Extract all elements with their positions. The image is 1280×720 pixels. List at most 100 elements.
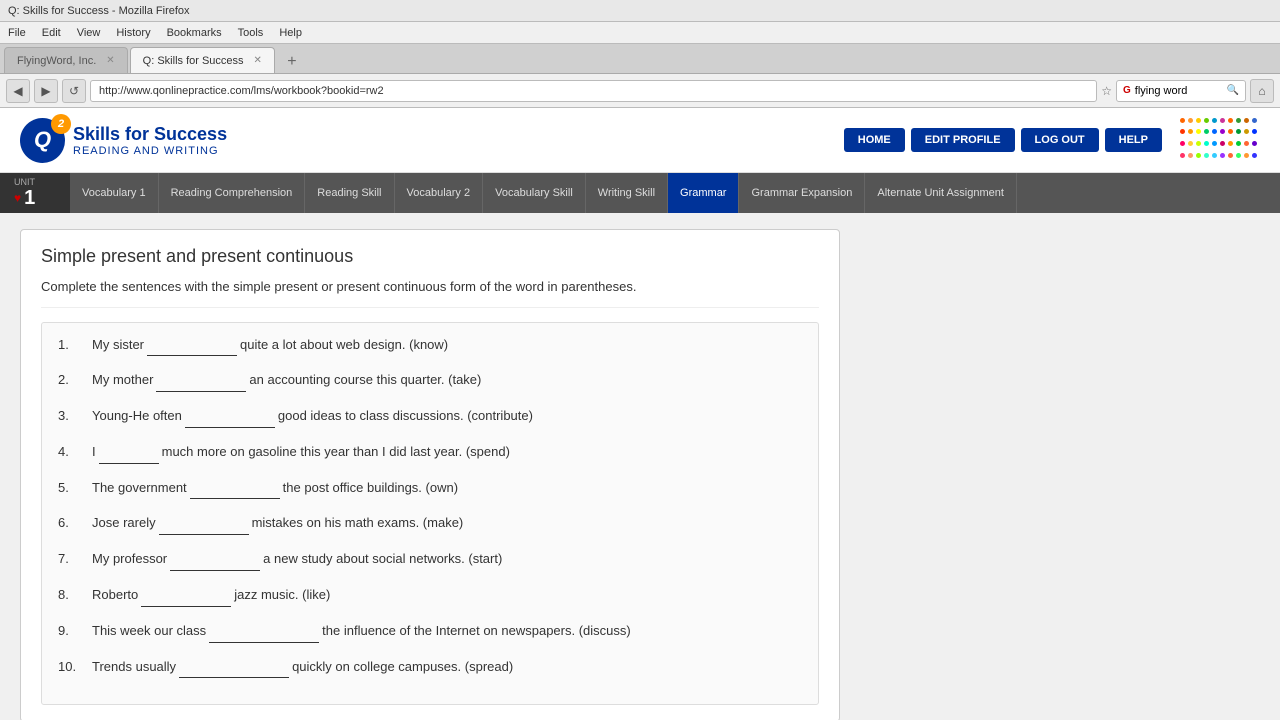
nav-tab-6[interactable]: Grammar xyxy=(668,173,739,213)
answer-blank[interactable] xyxy=(156,370,246,392)
dot xyxy=(1212,129,1217,134)
tab-bar: FlyingWord, Inc. ✕ Q: Skills for Success… xyxy=(0,44,1280,74)
unit-nav: UNIT ♥ 1 Vocabulary 1Reading Comprehensi… xyxy=(0,173,1280,213)
nav-tab-1[interactable]: Reading Comprehension xyxy=(159,173,306,213)
dot xyxy=(1236,118,1241,123)
answer-blank[interactable] xyxy=(99,442,159,464)
tab-flyingword-label: FlyingWord, Inc. xyxy=(17,55,96,67)
dots-decoration xyxy=(1180,118,1260,163)
dot xyxy=(1220,141,1225,146)
tab-skills-close[interactable]: ✕ xyxy=(254,55,262,66)
page-content: Q 2 Skills for Success READING AND WRITI… xyxy=(0,108,1280,720)
question-number: 6. xyxy=(58,513,86,534)
dot xyxy=(1244,141,1249,146)
menu-file[interactable]: File xyxy=(8,27,26,39)
dot xyxy=(1180,153,1185,158)
question-item: 7.My professor a new study about social … xyxy=(58,549,802,571)
menu-bookmarks[interactable]: Bookmarks xyxy=(167,27,222,39)
new-tab-button[interactable]: + xyxy=(281,51,303,73)
question-item: 10.Trends usually quickly on college cam… xyxy=(58,657,802,679)
menu-edit[interactable]: Edit xyxy=(42,27,61,39)
dot xyxy=(1196,129,1201,134)
answer-blank[interactable] xyxy=(185,406,275,428)
dot xyxy=(1188,129,1193,134)
unit-text: UNIT xyxy=(14,177,35,187)
nav-tab-2[interactable]: Reading Skill xyxy=(305,173,394,213)
menu-tools[interactable]: Tools xyxy=(238,27,264,39)
dot xyxy=(1220,118,1225,123)
dot xyxy=(1252,118,1257,123)
tab-skills[interactable]: Q: Skills for Success ✕ xyxy=(130,47,275,73)
dot xyxy=(1228,118,1233,123)
dot xyxy=(1196,141,1201,146)
question-number: 1. xyxy=(58,335,86,356)
unit-label: UNIT ♥ 1 xyxy=(0,173,70,213)
question-item: 4.I much more on gasoline this year than… xyxy=(58,442,802,464)
dot xyxy=(1220,153,1225,158)
logo-q: Q 2 xyxy=(20,118,65,163)
nav-tab-5[interactable]: Writing Skill xyxy=(586,173,668,213)
nav-tab-4[interactable]: Vocabulary Skill xyxy=(483,173,586,213)
answer-blank[interactable] xyxy=(190,478,280,500)
question-item: 8.Roberto jazz music. (like) xyxy=(58,585,802,607)
unit-number: 1 xyxy=(24,187,35,210)
edit-profile-btn[interactable]: EDIT PROFILE xyxy=(911,128,1015,152)
help-btn[interactable]: HELP xyxy=(1105,128,1162,152)
address-bar[interactable] xyxy=(90,80,1097,102)
answer-blank[interactable] xyxy=(170,549,260,571)
search-submit-icon[interactable]: 🔍 xyxy=(1227,85,1239,96)
dot xyxy=(1236,153,1241,158)
menu-help[interactable]: Help xyxy=(279,27,302,39)
home-button[interactable]: ⌂ xyxy=(1250,79,1274,103)
forward-button[interactable]: ▶ xyxy=(34,79,58,103)
logo-title: Skills for Success xyxy=(73,124,227,145)
dot xyxy=(1180,129,1185,134)
answer-blank[interactable] xyxy=(147,335,237,357)
home-btn[interactable]: HOME xyxy=(844,128,905,152)
dot xyxy=(1228,153,1233,158)
dot xyxy=(1212,141,1217,146)
nav-bar: ◀ ▶ ↺ ☆ G flying word 🔍 ⌂ xyxy=(0,74,1280,108)
menu-bar: File Edit View History Bookmarks Tools H… xyxy=(0,22,1280,44)
logout-btn[interactable]: LOG OUT xyxy=(1021,128,1099,152)
question-text: Roberto jazz music. (like) xyxy=(92,585,802,607)
dot xyxy=(1228,141,1233,146)
answer-blank[interactable] xyxy=(159,513,249,535)
dot xyxy=(1244,129,1249,134)
answer-blank[interactable] xyxy=(179,657,289,679)
question-text: My sister quite a lot about web design. … xyxy=(92,335,802,357)
exercise-box: Simple present and present continuous Co… xyxy=(20,229,840,720)
logo-area: Q 2 Skills for Success READING AND WRITI… xyxy=(20,118,227,163)
nav-tab-3[interactable]: Vocabulary 2 xyxy=(395,173,484,213)
question-item: 2.My mother an accounting course this qu… xyxy=(58,370,802,392)
nav-tab-0[interactable]: Vocabulary 1 xyxy=(70,173,159,213)
browser-frame: Q: Skills for Success - Mozilla Firefox … xyxy=(0,0,1280,720)
dot xyxy=(1212,153,1217,158)
question-text: Young-He often good ideas to class discu… xyxy=(92,406,802,428)
search-box: G flying word 🔍 xyxy=(1116,80,1246,102)
tab-flyingword-close[interactable]: ✕ xyxy=(106,55,114,66)
question-item: 6.Jose rarely mistakes on his math exams… xyxy=(58,513,802,535)
back-button[interactable]: ◀ xyxy=(6,79,30,103)
dot xyxy=(1204,129,1209,134)
bookmark-star-icon[interactable]: ☆ xyxy=(1101,84,1112,98)
menu-history[interactable]: History xyxy=(116,27,150,39)
nav-tabs: Vocabulary 1Reading ComprehensionReading… xyxy=(70,173,1280,213)
title-text: Q: Skills for Success - Mozilla Firefox xyxy=(8,5,190,17)
dot xyxy=(1188,118,1193,123)
dot xyxy=(1236,141,1241,146)
nav-tab-8[interactable]: Alternate Unit Assignment xyxy=(865,173,1017,213)
app-header: Q 2 Skills for Success READING AND WRITI… xyxy=(0,108,1280,173)
question-text: The government the post office buildings… xyxy=(92,478,802,500)
question-number: 5. xyxy=(58,478,86,499)
answer-blank[interactable] xyxy=(141,585,231,607)
nav-tab-7[interactable]: Grammar Expansion xyxy=(739,173,865,213)
tab-flyingword[interactable]: FlyingWord, Inc. ✕ xyxy=(4,47,128,73)
answer-blank[interactable] xyxy=(209,621,319,643)
dot xyxy=(1212,118,1217,123)
question-number: 7. xyxy=(58,549,86,570)
menu-view[interactable]: View xyxy=(77,27,101,39)
refresh-button[interactable]: ↺ xyxy=(62,79,86,103)
question-number: 3. xyxy=(58,406,86,427)
exercise-instructions: Complete the sentences with the simple p… xyxy=(41,277,819,308)
